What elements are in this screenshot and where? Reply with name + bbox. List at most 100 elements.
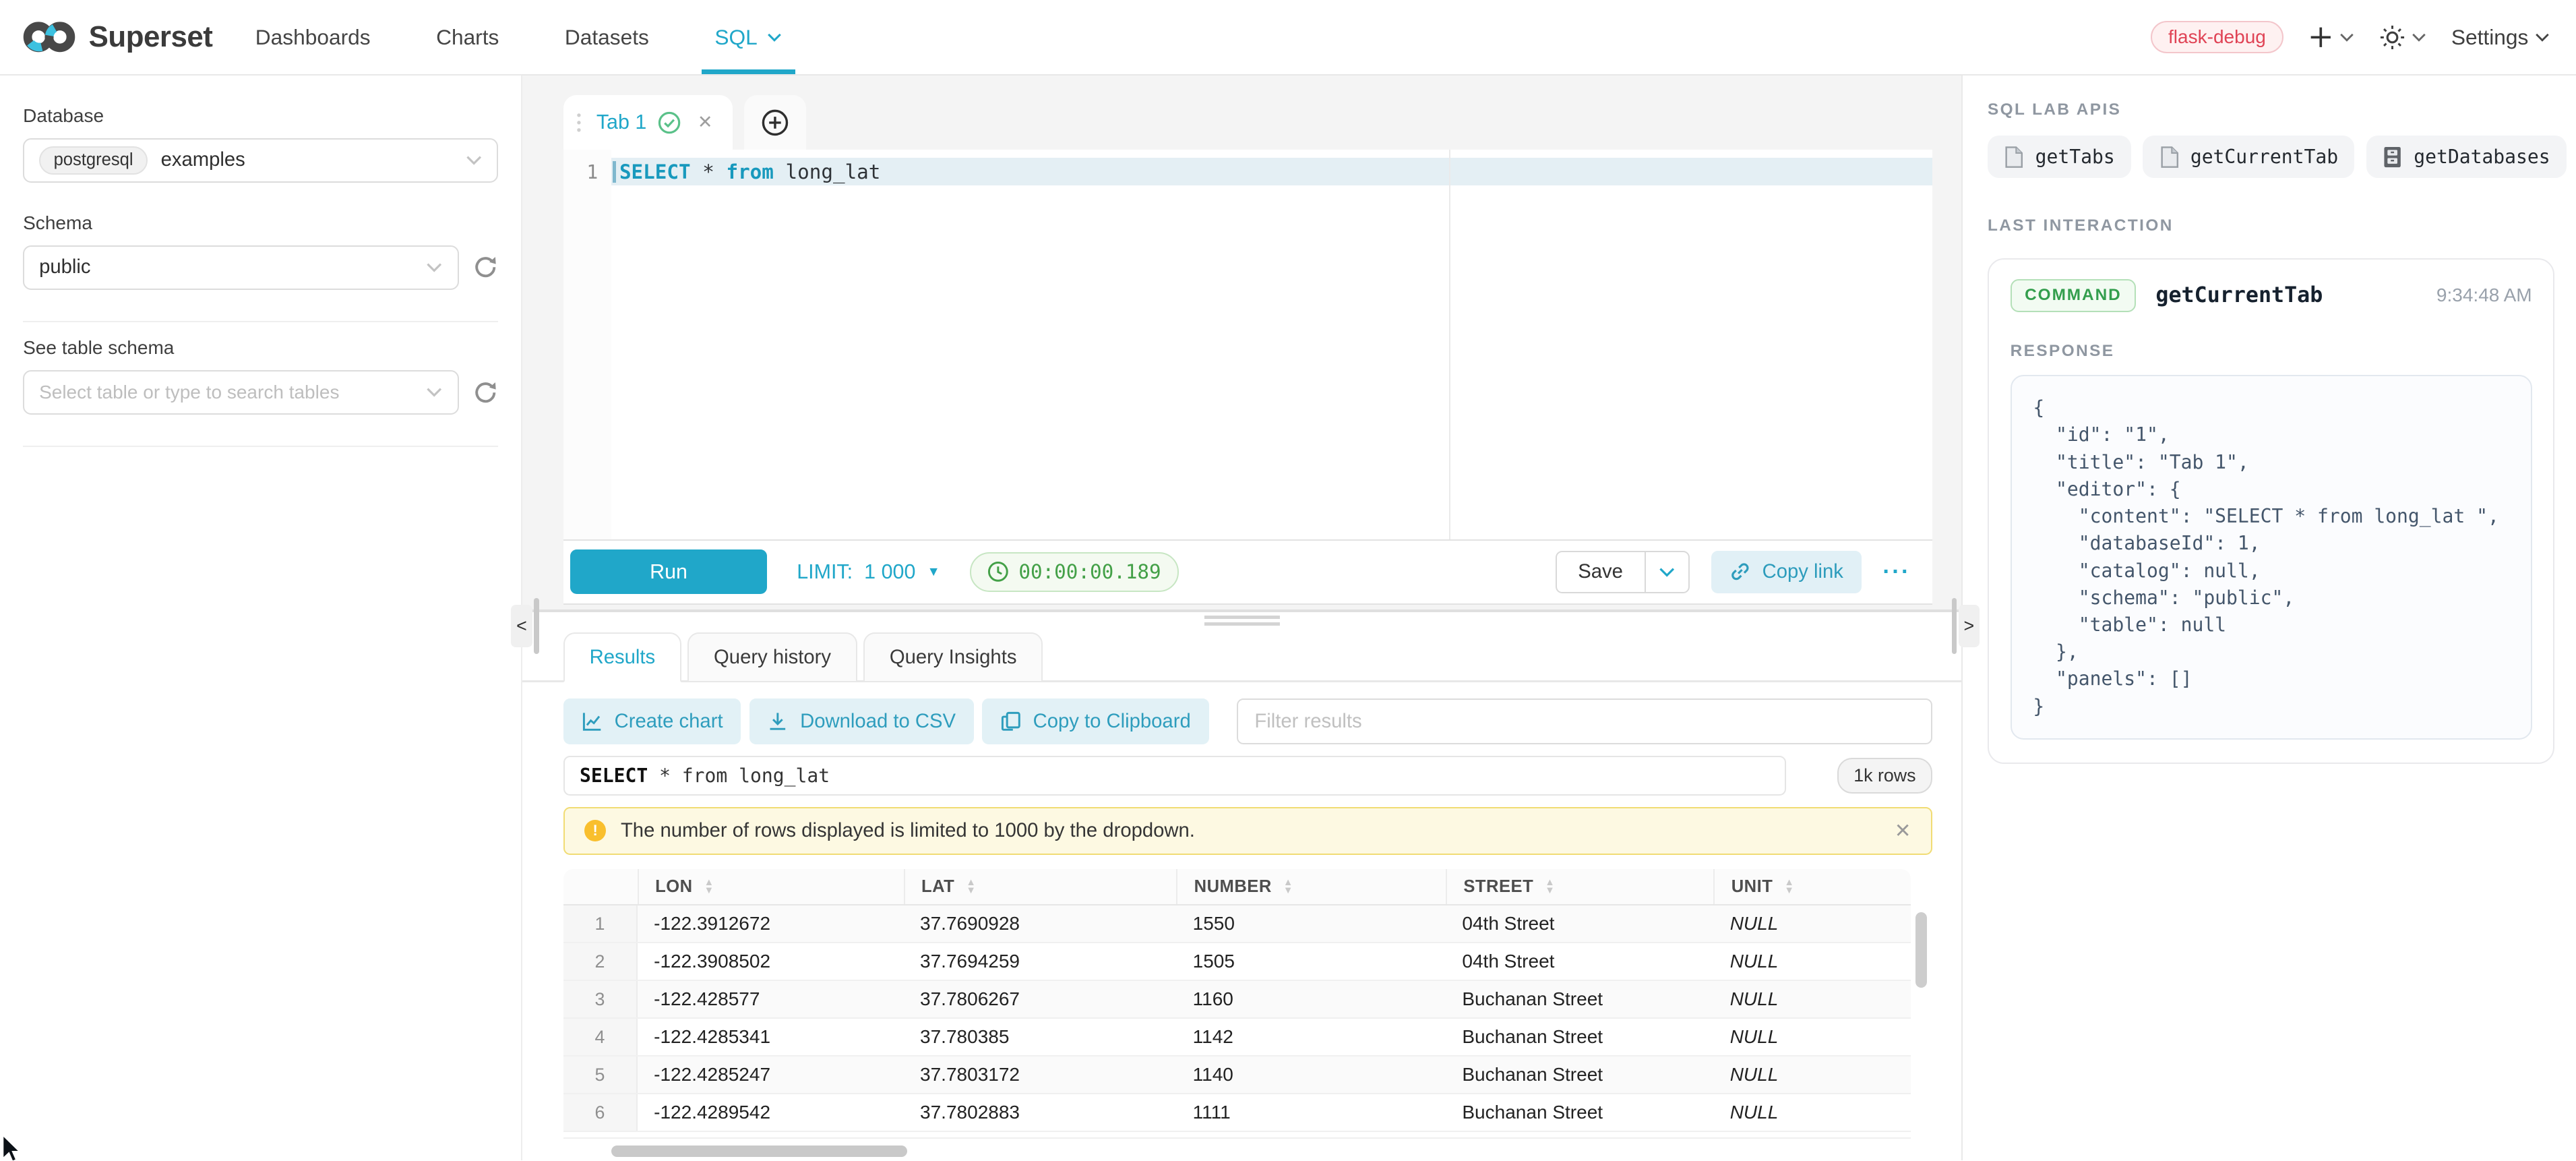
query-tab[interactable]: Tab 1 ✕ <box>563 95 733 149</box>
refresh-tables-button[interactable] <box>473 380 498 405</box>
warning-icon: ! <box>584 820 606 841</box>
command-name: getCurrentTab <box>2155 283 2323 307</box>
row-number: 6 <box>563 1094 638 1131</box>
table-row[interactable]: 4-122.428534137.7803851142Buchanan Stree… <box>563 1019 1911 1056</box>
tab-query-insights[interactable]: Query Insights <box>863 632 1043 682</box>
schema-select[interactable]: public <box>23 245 458 290</box>
document-icon <box>2004 146 2023 169</box>
navbar-right: flask-debug Sett <box>2151 21 2550 53</box>
sun-icon <box>2379 24 2405 51</box>
api-chip-getcurrenttab[interactable]: getCurrentTab <box>2143 136 2354 178</box>
limit-dropdown[interactable]: LIMIT: 1 000 ▼ <box>797 560 940 584</box>
api-chip-getdatabases[interactable]: getDatabases <box>2366 136 2567 178</box>
save-button[interactable]: Save <box>1557 552 1645 592</box>
table-cell: -122.4285247 <box>638 1056 904 1093</box>
sql-keyword: SELECT <box>619 160 691 183</box>
nav-item-sql[interactable]: SQL <box>714 0 782 74</box>
copy-to-clipboard-button[interactable]: Copy to Clipboard <box>982 698 1209 744</box>
table-cell: -122.428577 <box>638 981 904 1017</box>
chevron-down-icon <box>1659 566 1675 578</box>
column-header-street[interactable]: STREET▲▼ <box>1446 869 1713 904</box>
scrollbar-thumb[interactable] <box>611 1145 907 1157</box>
copy-to-clipboard-label: Copy to Clipboard <box>1033 711 1191 733</box>
nav-item-datasets[interactable]: Datasets <box>565 0 649 74</box>
filter-results-input[interactable] <box>1237 698 1932 744</box>
add-tab-button[interactable] <box>744 95 807 149</box>
create-chart-button[interactable]: Create chart <box>563 698 741 744</box>
table-vertical-scrollbar[interactable] <box>1915 912 1927 988</box>
table-cell: Buchanan Street <box>1446 981 1713 1017</box>
last-interaction-card: COMMAND getCurrentTab 9:34:48 AM RESPONS… <box>1988 258 2554 764</box>
column-header-unit[interactable]: UNIT▲▼ <box>1713 869 1911 904</box>
database-select[interactable]: postgresql examples <box>23 138 498 183</box>
chevron-down-icon <box>426 386 442 398</box>
limit-value: 1 000 <box>864 560 915 584</box>
sql-lab-apis-panel: SQL LAB APIS getTabs getCurrentTab <box>1961 76 2576 1160</box>
api-chip-label: getTabs <box>2035 146 2115 168</box>
chevron-down-icon <box>2412 32 2426 42</box>
column-header-number[interactable]: NUMBER▲▼ <box>1176 869 1446 904</box>
row-number: 3 <box>563 981 638 1017</box>
column-header-lat[interactable]: LAT▲▼ <box>904 869 1177 904</box>
new-item-button[interactable] <box>2308 25 2354 50</box>
caret-down-icon: ▼ <box>927 564 940 580</box>
column-header-lon[interactable]: LON▲▼ <box>638 869 904 904</box>
table-row[interactable]: 1-122.391267237.7690928155004th StreetNU… <box>563 905 1911 943</box>
table-row[interactable]: 2-122.390850237.7694259150504th StreetNU… <box>563 943 1911 981</box>
superset-logo-icon <box>23 19 75 55</box>
schema-select-value: public <box>39 256 90 278</box>
main-layout: Database postgresql examples Schema publ… <box>0 76 2576 1160</box>
table-header-row: LON▲▼ LAT▲▼ NUMBER▲▼ STREET▲▼ UNIT▲▼ <box>563 869 1911 905</box>
save-options-caret[interactable] <box>1645 552 1689 592</box>
sql-editor[interactable]: 1 SELECT * from long_lat <box>563 150 1932 539</box>
api-chip-gettabs[interactable]: getTabs <box>1988 136 2131 178</box>
interaction-header: COMMAND getCurrentTab 9:34:48 AM <box>2011 279 2532 312</box>
editor-section: Tab 1 ✕ <box>522 76 1961 609</box>
right-panel-resize-bar[interactable] <box>1952 598 1957 654</box>
superset-logo[interactable]: Superset <box>23 19 212 55</box>
row-number: 5 <box>563 1056 638 1093</box>
collapse-right-panel-button[interactable]: > <box>1959 605 1980 647</box>
table-horizontal-scrollbar[interactable] <box>563 1145 1911 1157</box>
more-options-button[interactable]: ··· <box>1882 559 1910 585</box>
sort-icons: ▲▼ <box>966 879 976 895</box>
refresh-schemas-button[interactable] <box>473 255 498 280</box>
copy-link-button[interactable]: Copy link <box>1711 551 1862 593</box>
nav-item-sql-label: SQL <box>714 25 757 50</box>
run-button[interactable]: Run <box>570 549 768 594</box>
panel-splitter[interactable] <box>522 609 1961 623</box>
nav-item-charts[interactable]: Charts <box>436 0 499 74</box>
close-warning-icon[interactable]: ✕ <box>1895 819 1911 843</box>
drag-handle-icon[interactable] <box>577 112 585 133</box>
sort-icons: ▲▼ <box>704 879 714 895</box>
sidebar-divider <box>23 321 498 322</box>
row-number: 4 <box>563 1019 638 1055</box>
api-chip-label: getDatabases <box>2414 146 2550 168</box>
table-row[interactable]: 3-122.42857737.78062671160Buchanan Stree… <box>563 981 1911 1019</box>
sql-text: long_lat <box>774 160 881 183</box>
sort-icons: ▲▼ <box>1545 879 1555 895</box>
response-label: RESPONSE <box>2011 342 2532 361</box>
table-row[interactable]: 5-122.428524737.78031721140Buchanan Stre… <box>563 1056 1911 1094</box>
collapse-sidebar-button[interactable]: < <box>511 605 532 647</box>
row-count-badge: 1k rows <box>1837 758 1932 794</box>
tab-results[interactable]: Results <box>563 632 681 682</box>
sidebar-resize-bar[interactable] <box>534 598 539 654</box>
results-actions: Create chart Download to CSV <box>563 698 1932 744</box>
table-cell: 37.7806267 <box>904 981 1177 1017</box>
tab-query-history[interactable]: Query history <box>687 632 857 682</box>
table-row[interactable]: 6-122.428954237.78028831111Buchanan Stre… <box>563 1094 1911 1132</box>
table-select[interactable]: Select table or type to search tables <box>23 370 458 415</box>
editor-code-area[interactable]: SELECT * from long_lat <box>611 150 1932 539</box>
copy-icon <box>1000 711 1022 732</box>
partial-row <box>563 1132 1911 1139</box>
save-split-button[interactable]: Save <box>1556 551 1690 593</box>
download-csv-button[interactable]: Download to CSV <box>749 698 974 744</box>
close-tab-icon[interactable]: ✕ <box>698 112 712 133</box>
table-cell: NULL <box>1713 1019 1911 1055</box>
download-icon <box>767 711 789 732</box>
nav-item-dashboards[interactable]: Dashboards <box>255 0 371 74</box>
theme-toggle-button[interactable] <box>2379 24 2427 51</box>
superset-sql-lab: Superset Dashboards Charts Datasets SQL … <box>0 0 2576 1160</box>
settings-menu[interactable]: Settings <box>2451 25 2550 50</box>
